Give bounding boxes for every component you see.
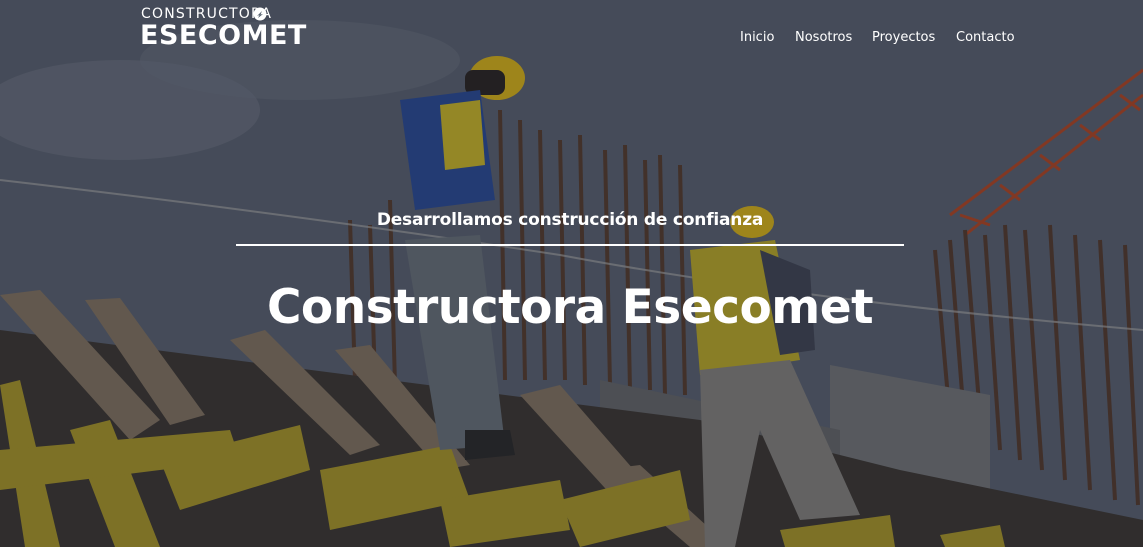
brand-mark-icon: [253, 7, 267, 21]
hero-section: CONSTRUCTORA ESECOMET Inicio Nosotros Pr…: [0, 0, 1143, 547]
nav-item-proyectos[interactable]: Proyectos: [872, 30, 935, 45]
nav-item-contacto[interactable]: Contacto: [956, 30, 1015, 45]
hero-headline: Constructora Esecomet: [266, 280, 874, 335]
hero-divider: [236, 244, 904, 246]
hero-overlay: [0, 0, 1143, 547]
hero-tagline: Desarrollamos construcción de confianza: [376, 210, 764, 230]
brand-logo[interactable]: CONSTRUCTORA ESECOMET: [140, 6, 320, 54]
nav-item-nosotros[interactable]: Nosotros: [795, 30, 852, 45]
brand-main-text: ESECOMET: [140, 20, 307, 51]
nav-item-inicio[interactable]: Inicio: [740, 30, 774, 45]
